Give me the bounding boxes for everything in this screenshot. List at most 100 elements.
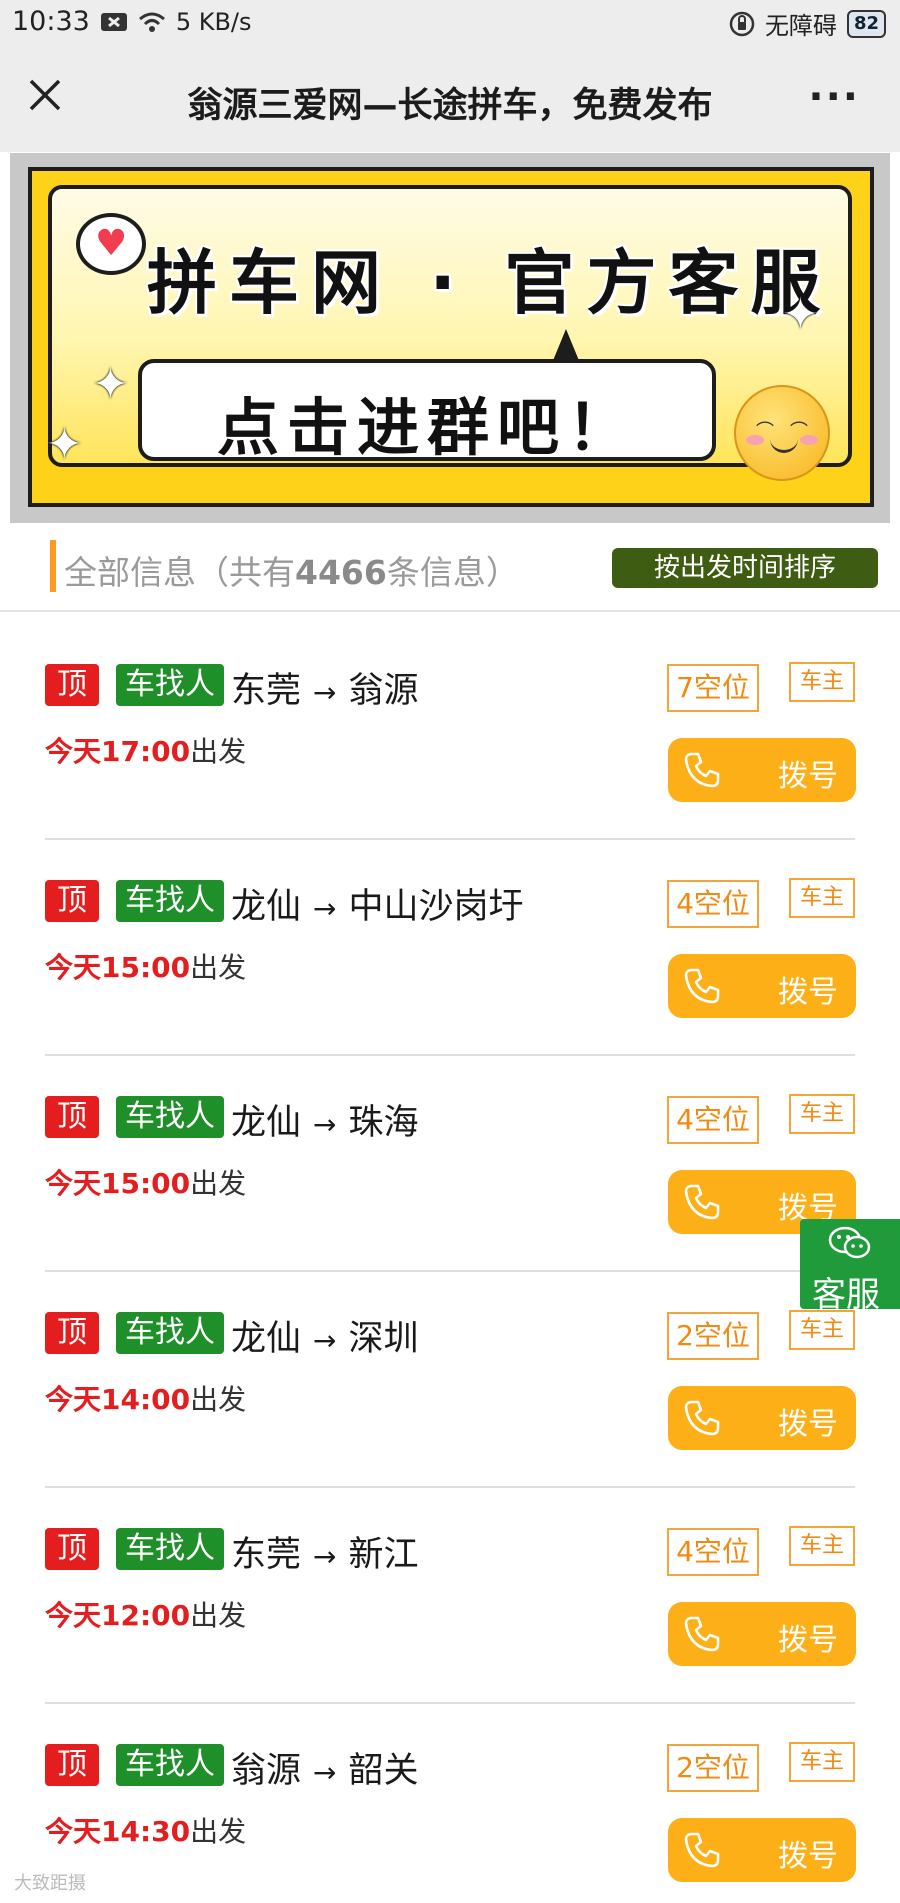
- role-badge: 车主: [789, 1526, 855, 1566]
- route-arrow: →: [313, 676, 337, 709]
- route: 东莞 → 新江: [231, 1526, 419, 1577]
- dial-label: 拨号: [778, 1839, 838, 1874]
- dial-button[interactable]: 拨号: [668, 1386, 856, 1450]
- route-from: 龙仙: [231, 1103, 302, 1143]
- dial-button[interactable]: 拨号: [668, 1602, 856, 1666]
- speech-tail: [552, 329, 580, 363]
- phone-icon: [684, 1832, 720, 1868]
- listing-item[interactable]: 顶车找人 龙仙 → 中山沙岗圩 今天15:00出发 4空位 车主 拨号: [45, 840, 856, 1056]
- route: 龙仙 → 中山沙岗圩: [231, 878, 524, 929]
- route-to: 珠海: [348, 1103, 419, 1143]
- dial-button[interactable]: 拨号: [668, 738, 856, 802]
- page-title: 翁源三爱网—长途拼车，免费发布: [187, 86, 713, 126]
- departure-time: 今天15:00出发: [45, 1162, 246, 1202]
- banner-container: ♥ 拼车网 · 官方客服 点击进群吧！ ✦ ✦ ✦ ⌒⌒: [10, 153, 890, 523]
- dial-button[interactable]: 拨号: [668, 954, 856, 1018]
- role-badge: 车主: [789, 662, 855, 702]
- sort-by-departure-button[interactable]: 按出发时间排序: [612, 548, 878, 588]
- pinned-badge: 顶: [45, 1528, 99, 1570]
- route-arrow: →: [313, 1324, 337, 1357]
- status-left: 10:33 5 KB/s: [12, 6, 252, 37]
- departure-time: 今天12:00出发: [45, 1594, 246, 1634]
- route-to: 深圳: [348, 1319, 419, 1359]
- departure-time-value: 今天15:00: [45, 951, 191, 984]
- accessibility-label: 无障碍: [764, 12, 837, 40]
- customer-service-label: 客服: [812, 1275, 880, 1315]
- heart-bubble-icon: ♥: [76, 213, 146, 275]
- listing-type-badge: 车找人: [116, 1528, 224, 1570]
- listing-type-badge: 车找人: [116, 1744, 224, 1786]
- pinned-badge: 顶: [45, 664, 99, 706]
- route: 龙仙 → 珠海: [231, 1094, 419, 1145]
- pinned-badge: 顶: [45, 1744, 99, 1786]
- role-badge: 车主: [789, 1742, 855, 1782]
- departure-time: 今天17:00出发: [45, 730, 246, 770]
- listing-item[interactable]: 顶车找人 翁源 → 韶关今天14:30出发 2空位 车主拨号: [45, 1704, 856, 1903]
- banner-cta-text: 点击进群吧！: [216, 391, 637, 464]
- departure-suffix: 出发: [190, 735, 247, 768]
- route-from: 龙仙: [231, 1319, 302, 1359]
- departure-suffix: 出发: [190, 951, 247, 984]
- wifi-icon: [138, 12, 165, 32]
- title-bar: 翁源三爱网—长途拼车，免费发布 ···: [0, 44, 900, 152]
- route-to: 韶关: [348, 1751, 419, 1791]
- status-bar: 10:33 5 KB/s 无障碍 82: [0, 0, 900, 44]
- departure-time-value: 今天17:00: [45, 735, 191, 768]
- route-arrow: →: [313, 892, 337, 925]
- listing-item[interactable]: 顶车找人 东莞 → 新江今天12:00出发 4空位 车主拨号: [45, 1488, 856, 1704]
- more-menu-button[interactable]: ···: [808, 74, 860, 120]
- status-right: 无障碍 82: [729, 6, 886, 41]
- route-to: 翁源: [348, 671, 419, 711]
- phone-icon: [684, 1400, 720, 1436]
- route: 翁源 → 韶关: [231, 1742, 419, 1793]
- listing-item[interactable]: 顶车找人 龙仙 → 珠海 今天15:00出发 4空位 车主 拨号: [45, 1056, 856, 1272]
- departure-time-value: 今天14:00: [45, 1383, 191, 1416]
- listing-type-badge: 车找人: [116, 880, 224, 922]
- header-accent-bar: [50, 540, 56, 592]
- status-time: 10:33: [12, 6, 90, 37]
- route-from: 龙仙: [231, 887, 302, 927]
- available-seats-badge: 4空位: [667, 1096, 759, 1144]
- available-seats-badge: 4空位: [667, 880, 759, 928]
- sparkle-icon: ✦: [782, 289, 819, 340]
- total-info-count: 全部信息（共有4466条信息）: [64, 546, 519, 594]
- close-icon[interactable]: [28, 78, 62, 112]
- phone-icon: [684, 1184, 720, 1220]
- wechat-icon: [828, 1226, 871, 1259]
- dial-label: 拨号: [778, 759, 838, 794]
- listing-item[interactable]: 顶车找人 东莞 → 翁源 今天17:00出发 7空位 车主 拨号: [45, 624, 856, 840]
- route: 龙仙 → 深圳: [231, 1310, 419, 1361]
- banner-heading: 拼车网 · 官方客服: [147, 242, 833, 324]
- route-from: 翁源: [231, 1751, 302, 1791]
- departure-time: 今天14:30出发: [45, 1810, 246, 1850]
- dial-label: 拨号: [778, 1623, 838, 1658]
- phone-icon: [684, 968, 720, 1004]
- dial-label: 拨号: [778, 1407, 838, 1442]
- departure-time: 今天15:00出发: [45, 946, 246, 986]
- accessibility-icon: [729, 11, 755, 36]
- dial-label: 拨号: [778, 975, 838, 1010]
- available-seats-badge: 4空位: [667, 1528, 759, 1576]
- dial-button[interactable]: 拨号: [668, 1818, 856, 1882]
- sparkle-icon: ✦: [46, 419, 83, 470]
- listing-item[interactable]: 顶车找人 龙仙 → 深圳 今天14:00出发 2空位 车主 拨号: [45, 1272, 856, 1488]
- departure-suffix: 出发: [190, 1815, 247, 1848]
- listing-type-badge: 车找人: [116, 1096, 224, 1138]
- customer-service-button[interactable]: 客服: [800, 1219, 900, 1315]
- phone-icon: [684, 752, 720, 788]
- phone-icon: [684, 1616, 720, 1652]
- role-badge: 车主: [789, 878, 855, 918]
- battery-indicator: 82: [846, 9, 886, 38]
- join-group-banner[interactable]: ♥ 拼车网 · 官方客服 点击进群吧！ ✦ ✦ ✦ ⌒⌒: [28, 167, 874, 507]
- departure-time: 今天14:00出发: [45, 1378, 246, 1418]
- banner-cta-pill[interactable]: 点击进群吧！: [138, 359, 716, 464]
- watermark: 大致距摄: [14, 1873, 86, 1894]
- notification-icon: [100, 12, 127, 31]
- route-arrow: →: [313, 1108, 337, 1141]
- departure-suffix: 出发: [190, 1383, 247, 1416]
- banner-panel: ♥ 拼车网 · 官方客服 点击进群吧！ ✦ ✦ ✦ ⌒⌒: [46, 185, 852, 481]
- available-seats-badge: 2空位: [667, 1744, 759, 1792]
- route-from: 东莞: [231, 1535, 302, 1575]
- route-arrow: →: [313, 1756, 337, 1789]
- pinned-badge: 顶: [45, 1312, 99, 1354]
